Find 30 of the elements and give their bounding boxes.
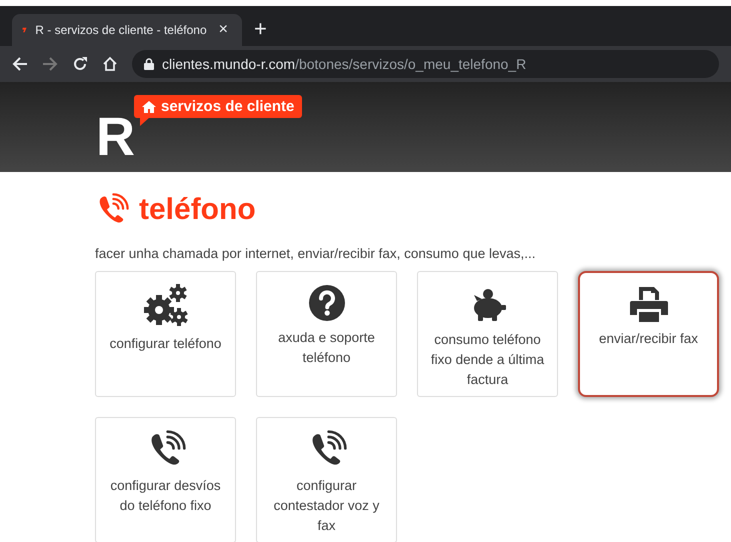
forward-icon[interactable] (42, 56, 58, 72)
url-text: clientes.mundo-r.com/botones/servizos/o_meu_telefono_R (162, 56, 526, 72)
service-tile[interactable]: consumo teléfono fixo dende a última factura (417, 271, 558, 397)
printer-icon (628, 285, 668, 323)
reload-icon[interactable] (72, 56, 88, 72)
service-tile[interactable]: configurar desvíos do teléfono fixo (95, 417, 236, 542)
address-bar[interactable]: clientes.mundo-r.com/botones/servizos/o_meu_telefono_R (132, 50, 719, 78)
tile-label: enviar/recibir fax (598, 330, 698, 348)
logo: R (96, 110, 133, 164)
home-icon[interactable] (102, 56, 118, 72)
lock-icon (144, 58, 154, 70)
service-tile[interactable]: axuda e soporte teléfono (256, 271, 397, 397)
gears-icon (142, 284, 190, 328)
tile-label: axuda e soporte teléfono (277, 329, 376, 367)
browser-tab[interactable]: R - servizos de cliente - teléfono × (12, 14, 242, 46)
tab-title: R - servizos de cliente - teléfono (35, 23, 207, 37)
service-tile[interactable]: configurar contestador voz y fax (256, 417, 397, 542)
service-tile[interactable]: enviar/recibir fax (578, 271, 719, 397)
page-title: teléfono (139, 193, 256, 227)
home-icon (142, 100, 156, 112)
new-tab-button[interactable]: + (250, 16, 271, 42)
tile-label: configurar contestador voz y fax (272, 477, 380, 535)
tile-label: configurar teléfono (110, 335, 222, 353)
tile-label: consumo teléfono fixo dende a última factura (430, 331, 546, 389)
intro-text: facer unha chamada por internet, enviar/recibir fax, consumo que levas,... (95, 246, 536, 261)
back-icon[interactable] (12, 56, 28, 72)
question-icon (308, 284, 346, 322)
tile-label: configurar desvíos do teléfono fixo (109, 477, 222, 515)
service-tile[interactable]: configurar teléfono (95, 271, 236, 397)
close-tab-button[interactable]: × (214, 21, 232, 39)
